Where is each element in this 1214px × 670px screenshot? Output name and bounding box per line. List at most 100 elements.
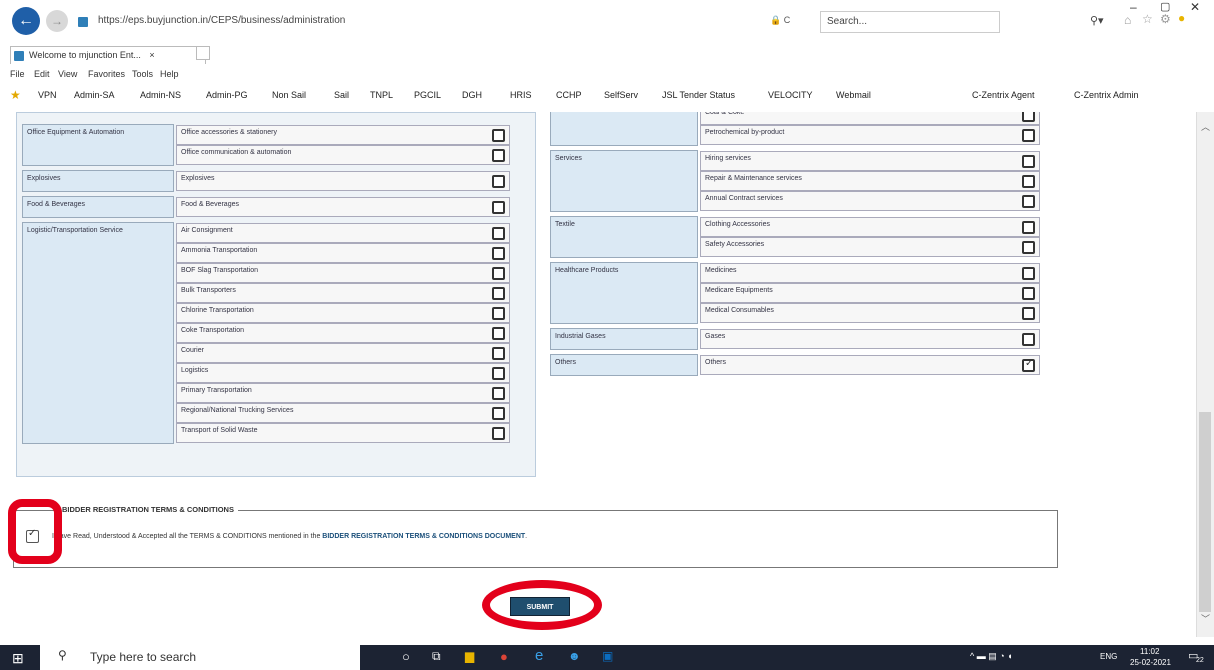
item-cell: Ammonia Transportation [176, 243, 510, 263]
windows-start-icon[interactable]: ⊞ [12, 650, 24, 667]
back-icon[interactable]: ← [12, 7, 40, 35]
item-checkbox[interactable] [1022, 267, 1035, 280]
fav-czentrix-admin[interactable]: C-Zentrix Admin [1074, 90, 1139, 100]
tab-favicon [14, 51, 24, 61]
search-icon[interactable]: ⚲▾ [1090, 14, 1104, 27]
fav-sail[interactable]: Sail [334, 90, 349, 100]
item-checkbox[interactable] [1022, 221, 1035, 234]
item-checkbox[interactable] [492, 227, 505, 240]
item-cell: Petrochemical by-product [700, 125, 1040, 145]
item-checkbox[interactable] [492, 367, 505, 380]
item-cell: Medicare Equipments [700, 283, 1040, 303]
item-cell: Safety Accessories [700, 237, 1040, 257]
item-checkbox[interactable] [492, 129, 505, 142]
category-cell: Office Equipment & Automation [22, 124, 174, 166]
scroll-thumb[interactable] [1199, 412, 1211, 612]
new-tab-button[interactable] [196, 46, 210, 60]
fav-dgh[interactable]: DGH [462, 90, 482, 100]
item-checkbox[interactable] [492, 201, 505, 214]
item-checkbox[interactable] [1022, 129, 1035, 142]
item-cell: Hiring services [700, 151, 1040, 171]
item-checkbox[interactable] [492, 149, 505, 162]
item-checkbox[interactable] [492, 427, 505, 440]
item-checkbox[interactable] [1022, 112, 1035, 122]
notification-count: 22 [1196, 657, 1204, 664]
fav-non-sail[interactable]: Non Sail [272, 90, 306, 100]
people-app-icon[interactable]: ☻ [568, 649, 581, 663]
page-scrollbar[interactable]: ︿ ﹀ [1196, 112, 1214, 637]
close-icon[interactable]: ✕ [1190, 0, 1200, 14]
fav-admin-pg[interactable]: Admin-PG [206, 90, 248, 100]
fav-tnpl[interactable]: TNPL [370, 90, 393, 100]
fav-admin-ns[interactable]: Admin-NS [140, 90, 181, 100]
fav-czentrix-agent[interactable]: C-Zentrix Agent [972, 90, 1035, 100]
task-view-icon[interactable]: ⧉ [432, 649, 441, 664]
item-checkbox[interactable] [1022, 241, 1035, 254]
item-checkbox[interactable] [492, 387, 505, 400]
terms-document-link[interactable]: BIDDER REGISTRATION TERMS & CONDITIONS D… [322, 533, 525, 540]
favorites-star-icon[interactable]: ☆ [1142, 12, 1153, 26]
fav-webmail[interactable]: Webmail [836, 90, 871, 100]
settings-gear-icon[interactable]: ⚙ [1160, 12, 1171, 26]
close-tab-icon[interactable]: × [149, 50, 154, 60]
fav-pgcil[interactable]: PGCIL [414, 90, 441, 100]
item-checkbox[interactable] [492, 327, 505, 340]
category-cell: Explosives [22, 170, 174, 192]
item-cell: Gases [700, 329, 1040, 349]
maximize-icon[interactable]: ▢ [1160, 0, 1170, 13]
browser-tab[interactable]: Welcome to mjunction Ent... × [10, 46, 206, 64]
item-checkbox[interactable] [492, 347, 505, 360]
outlook-icon[interactable]: ▣ [602, 649, 613, 663]
fav-selfserv[interactable]: SelfServ [604, 90, 638, 100]
item-checkbox[interactable] [492, 175, 505, 188]
taskbar-search-input[interactable]: ⚲ Type here to search [40, 645, 360, 670]
smiley-icon[interactable]: ● [1178, 11, 1185, 25]
item-cell: Transport of Solid Waste [176, 423, 510, 443]
fav-cchp[interactable]: CCHP [556, 90, 582, 100]
item-checkbox[interactable] [1022, 175, 1035, 188]
favorites-star-icon[interactable]: ★ [10, 88, 21, 102]
menu-bar: File Edit View Favorites Tools Help [0, 67, 1214, 83]
item-checkbox[interactable] [492, 247, 505, 260]
url-input[interactable]: https://eps.buyjunction.in/CEPS/business… [92, 11, 812, 33]
menu-edit[interactable]: Edit [34, 69, 50, 79]
fav-velocity[interactable]: VELOCITY [768, 90, 813, 100]
fav-jsl-tender[interactable]: JSL Tender Status [662, 90, 735, 100]
fav-vpn[interactable]: VPN [38, 90, 57, 100]
file-explorer-icon[interactable]: ▆ [465, 649, 474, 663]
menu-file[interactable]: File [10, 69, 25, 79]
url-lock-refresh[interactable]: 🔒 C [770, 15, 790, 26]
tray-icons[interactable]: ^ ▬ ▤ ◔ ◖ [970, 651, 1013, 662]
home-icon[interactable]: ⌂ [1124, 13, 1131, 27]
fav-admin-sa[interactable]: Admin-SA [74, 90, 115, 100]
fav-hris[interactable]: HRIS [510, 90, 532, 100]
clock-date[interactable]: 25-02-2021 [1130, 658, 1171, 667]
item-checkbox[interactable] [1022, 333, 1035, 346]
item-cell: Office accessories & stationery [176, 125, 510, 145]
language-indicator[interactable]: ENG [1100, 652, 1117, 661]
item-checkbox[interactable] [492, 287, 505, 300]
item-checkbox[interactable] [492, 307, 505, 320]
scroll-up-icon[interactable]: ︿ [1201, 120, 1210, 133]
ie-icon[interactable]: e [535, 647, 543, 664]
menu-view[interactable]: View [58, 69, 77, 79]
clock-time[interactable]: 11:02 [1140, 647, 1159, 656]
chrome-icon[interactable]: ● [500, 649, 508, 664]
item-checkbox[interactable] [1022, 195, 1035, 208]
item-checkbox[interactable] [1022, 287, 1035, 300]
cortana-icon[interactable]: ○ [402, 649, 410, 664]
menu-favorites[interactable]: Favorites [88, 69, 125, 79]
item-checkbox[interactable] [492, 267, 505, 280]
item-cell: Bulk Transporters [176, 283, 510, 303]
browser-search-input[interactable]: Search... [820, 11, 1000, 33]
item-checkbox[interactable] [492, 407, 505, 420]
menu-tools[interactable]: Tools [132, 69, 153, 79]
forward-icon[interactable]: → [46, 10, 68, 32]
item-checkbox[interactable] [1022, 358, 1035, 372]
menu-help[interactable]: Help [160, 69, 179, 79]
item-checkbox[interactable] [1022, 307, 1035, 320]
scroll-down-icon[interactable]: ﹀ [1201, 612, 1210, 625]
item-cell: Explosives [176, 171, 510, 191]
minimize-icon[interactable]: – [1130, 0, 1137, 14]
item-checkbox[interactable] [1022, 155, 1035, 168]
